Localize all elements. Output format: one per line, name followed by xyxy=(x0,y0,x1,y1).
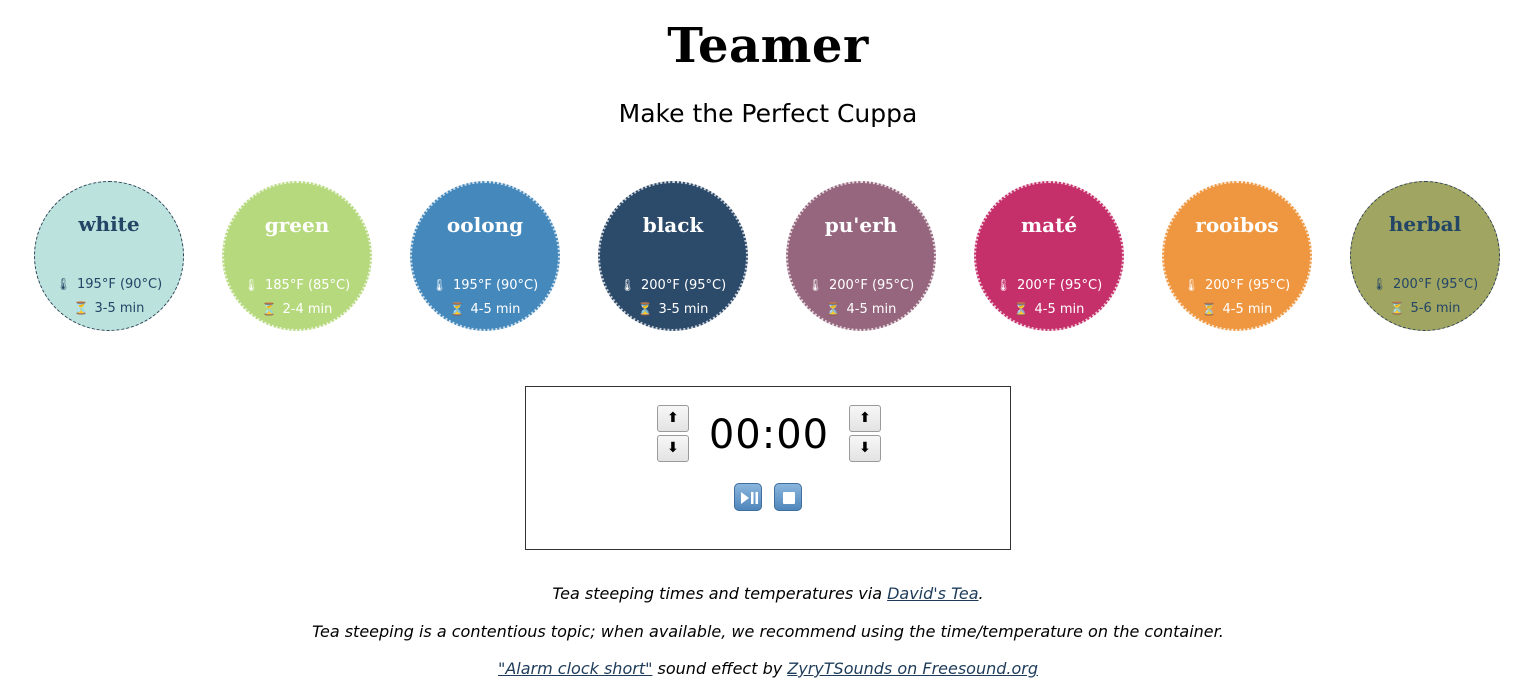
minutes-up-button[interactable]: ⬆ xyxy=(657,405,689,432)
hourglass-icon: ⏳ xyxy=(73,301,89,315)
tea-steep-time-value: 3-5 min xyxy=(658,302,709,317)
timer-panel: ⬆ ⬇ 00:00 ⬆ ⬇ xyxy=(525,386,1011,550)
freesound-link[interactable]: ZyryTSounds on Freesound.org xyxy=(787,659,1038,678)
tea-name: pu'erh xyxy=(824,213,898,237)
thermometer-icon: 🌡 xyxy=(619,278,636,292)
tea-steep-time-value: 5-6 min xyxy=(1410,301,1461,316)
credit-line-source: Tea steeping times and temperatures via … xyxy=(0,583,1536,605)
play-pause-button[interactable] xyxy=(734,483,762,511)
davids-tea-link[interactable]: David's Tea xyxy=(887,584,978,603)
tea-option[interactable]: green 🌡 185°F (85°C) ⏳ 2-4 min xyxy=(222,181,372,331)
tea-steep-time-value: 4-5 min xyxy=(1222,302,1273,317)
tea-steep-time-value: 2-4 min xyxy=(282,302,333,317)
minutes-down-button[interactable]: ⬇ xyxy=(657,435,689,462)
alarm-sound-link[interactable]: "Alarm clock short" xyxy=(498,659,652,678)
tea-temperature: 🌡 200°F (95°C) xyxy=(600,276,746,295)
tea-steep-time: ⏳ 4-5 min xyxy=(1164,300,1310,319)
hourglass-icon: ⏳ xyxy=(1013,302,1029,316)
tea-name: rooibos xyxy=(1195,213,1279,237)
credit-line-disclaimer: Tea steeping is a contentious topic; whe… xyxy=(312,622,1224,641)
tea-option[interactable]: rooibos 🌡 200°F (95°C) ⏳ 4-5 min xyxy=(1162,181,1312,331)
tea-steep-time-value: 3-5 min xyxy=(94,301,145,316)
hourglass-icon: ⏳ xyxy=(825,302,841,316)
thermometer-icon: 🌡 xyxy=(1183,278,1200,292)
tea-name: green xyxy=(264,213,330,237)
tea-temperature-value: 195°F (90°C) xyxy=(453,278,539,293)
tea-temperature-value: 200°F (95°C) xyxy=(1393,277,1479,292)
credit-period: . xyxy=(978,584,984,603)
tea-temperature: 🌡 200°F (95°C) xyxy=(976,276,1122,295)
tea-steep-time: ⏳ 4-5 min xyxy=(976,300,1122,319)
tea-temperature-value: 195°F (90°C) xyxy=(77,277,163,292)
tea-temperature-value: 200°F (95°C) xyxy=(1017,278,1103,293)
tea-option[interactable]: oolong 🌡 195°F (90°C) ⏳ 4-5 min xyxy=(410,181,560,331)
tea-steep-time-value: 4-5 min xyxy=(470,302,521,317)
tea-steep-time: ⏳ 4-5 min xyxy=(412,300,558,319)
thermometer-icon: 🌡 xyxy=(995,278,1012,292)
tea-name: herbal xyxy=(1388,212,1462,236)
tea-option[interactable]: white 🌡 195°F (90°C) ⏳ 3-5 min xyxy=(34,181,184,331)
tea-temperature: 🌡 200°F (95°C) xyxy=(1164,276,1310,295)
thermometer-icon: 🌡 xyxy=(243,278,260,292)
tea-option[interactable]: black 🌡 200°F (95°C) ⏳ 3-5 min xyxy=(598,181,748,331)
tea-steep-time: ⏳ 3-5 min xyxy=(600,300,746,319)
tea-option[interactable]: pu'erh 🌡 200°F (95°C) ⏳ 4-5 min xyxy=(786,181,936,331)
seconds-up-button[interactable]: ⬆ xyxy=(849,405,881,432)
thermometer-icon: 🌡 xyxy=(807,278,824,292)
credit-line-sound: "Alarm clock short" sound effect by Zyry… xyxy=(0,658,1536,680)
page-title: Teamer xyxy=(667,18,869,74)
tea-steep-time: ⏳ 4-5 min xyxy=(788,300,934,319)
tea-option[interactable]: herbal 🌡 200°F (95°C) ⏳ 5-6 min xyxy=(1350,181,1500,331)
tea-steep-time: ⏳ 5-6 min xyxy=(1351,299,1499,318)
tea-steep-time: ⏳ 3-5 min xyxy=(35,299,183,318)
tea-temperature-value: 200°F (95°C) xyxy=(1205,278,1291,293)
credit-text: sound effect by xyxy=(652,659,788,678)
hourglass-icon: ⏳ xyxy=(1389,301,1405,315)
stop-icon xyxy=(783,492,795,504)
hourglass-icon: ⏳ xyxy=(449,302,465,316)
hourglass-icon: ⏳ xyxy=(261,302,277,316)
tea-selector: white 🌡 195°F (90°C) ⏳ 3-5 min green 🌡 185°F (8… xyxy=(34,181,1504,337)
tea-temperature: 🌡 195°F (90°C) xyxy=(412,276,558,295)
tea-temperature: 🌡 185°F (85°C) xyxy=(224,276,370,295)
hourglass-icon: ⏳ xyxy=(637,302,653,316)
credit-text: Tea steeping times and temperatures via xyxy=(552,584,888,603)
tea-temperature-value: 185°F (85°C) xyxy=(265,278,351,293)
hourglass-icon: ⏳ xyxy=(1201,302,1217,316)
tea-name: white xyxy=(78,212,140,236)
thermometer-icon: 🌡 xyxy=(55,277,72,291)
tea-temperature-value: 200°F (95°C) xyxy=(641,278,727,293)
play-pause-icon xyxy=(741,492,758,504)
tea-temperature: 🌡 200°F (95°C) xyxy=(788,276,934,295)
tea-temperature-value: 200°F (95°C) xyxy=(829,278,915,293)
tea-steep-time-value: 4-5 min xyxy=(1034,302,1085,317)
tea-name: oolong xyxy=(446,213,524,237)
tea-temperature: 🌡 200°F (95°C) xyxy=(1351,275,1499,294)
thermometer-icon: 🌡 xyxy=(1371,277,1388,291)
thermometer-icon: 🌡 xyxy=(431,278,448,292)
tea-option[interactable]: maté 🌡 200°F (95°C) ⏳ 4-5 min xyxy=(974,181,1124,331)
seconds-down-button[interactable]: ⬇ xyxy=(849,435,881,462)
tea-steep-time-value: 4-5 min xyxy=(846,302,897,317)
stop-button[interactable] xyxy=(774,483,802,511)
timer-display: 00:00 xyxy=(708,412,830,458)
tea-steep-time: ⏳ 2-4 min xyxy=(224,300,370,319)
tea-name: black xyxy=(642,213,704,237)
tea-name: maté xyxy=(1020,213,1078,237)
tea-temperature: 🌡 195°F (90°C) xyxy=(35,275,183,294)
page-subtitle: Make the Perfect Cuppa xyxy=(618,99,918,128)
